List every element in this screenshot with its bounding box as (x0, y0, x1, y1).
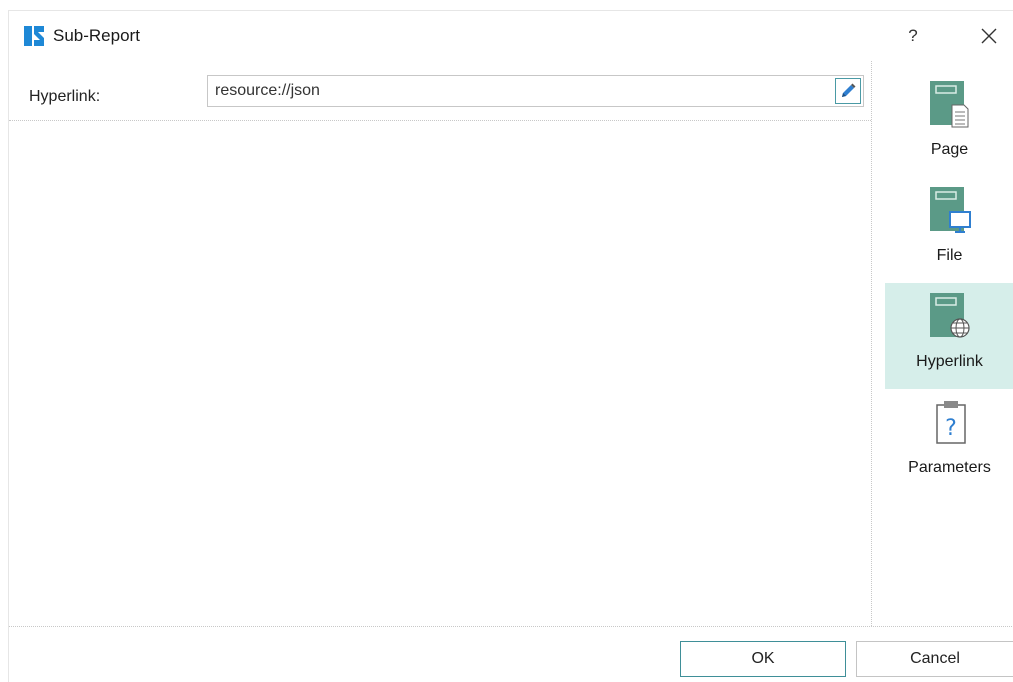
footer-divider (9, 626, 1013, 627)
ok-button[interactable]: OK (680, 641, 846, 677)
sidebar-item-label: Page (930, 141, 969, 158)
svg-text:?: ? (945, 416, 957, 441)
hyperlink-label: Hyperlink: (29, 88, 101, 105)
content-panel: Hyperlink: resource://json (9, 61, 872, 626)
hyperlink-globe-icon (930, 293, 970, 338)
sidebar-item-parameters[interactable]: ? Parameters (885, 389, 1013, 495)
help-button[interactable]: ? (901, 24, 925, 48)
edit-hyperlink-button[interactable] (835, 78, 861, 104)
sub-report-dialog: Sub-Report ? Hyperlink: resource://json (8, 10, 1013, 682)
field-divider (9, 120, 871, 121)
parameters-clipboard-question-icon: ? (936, 401, 966, 444)
sidebar-item-hyperlink[interactable]: Hyperlink (885, 283, 1013, 389)
sidebar-item-label: File (936, 247, 963, 264)
file-monitor-icon (930, 187, 971, 233)
sidebar-item-label: Parameters (908, 459, 991, 476)
pencil-icon (842, 83, 856, 97)
title-bar: Sub-Report ? (9, 11, 1013, 61)
hyperlink-input-value: resource://json (215, 82, 320, 99)
page-document-icon (930, 81, 969, 128)
close-button[interactable] (972, 21, 1006, 51)
hyperlink-input[interactable]: resource://json (207, 75, 864, 107)
cancel-button[interactable]: Cancel (856, 641, 1013, 677)
sidebar-item-file[interactable]: File (885, 177, 1013, 283)
sidebar-item-page[interactable]: Page (885, 71, 1013, 177)
window-title: Sub-Report (53, 26, 140, 45)
stimulsoft-logo-icon (22, 24, 46, 48)
close-icon (981, 28, 997, 44)
sidebar-item-label: Hyperlink (916, 353, 983, 370)
